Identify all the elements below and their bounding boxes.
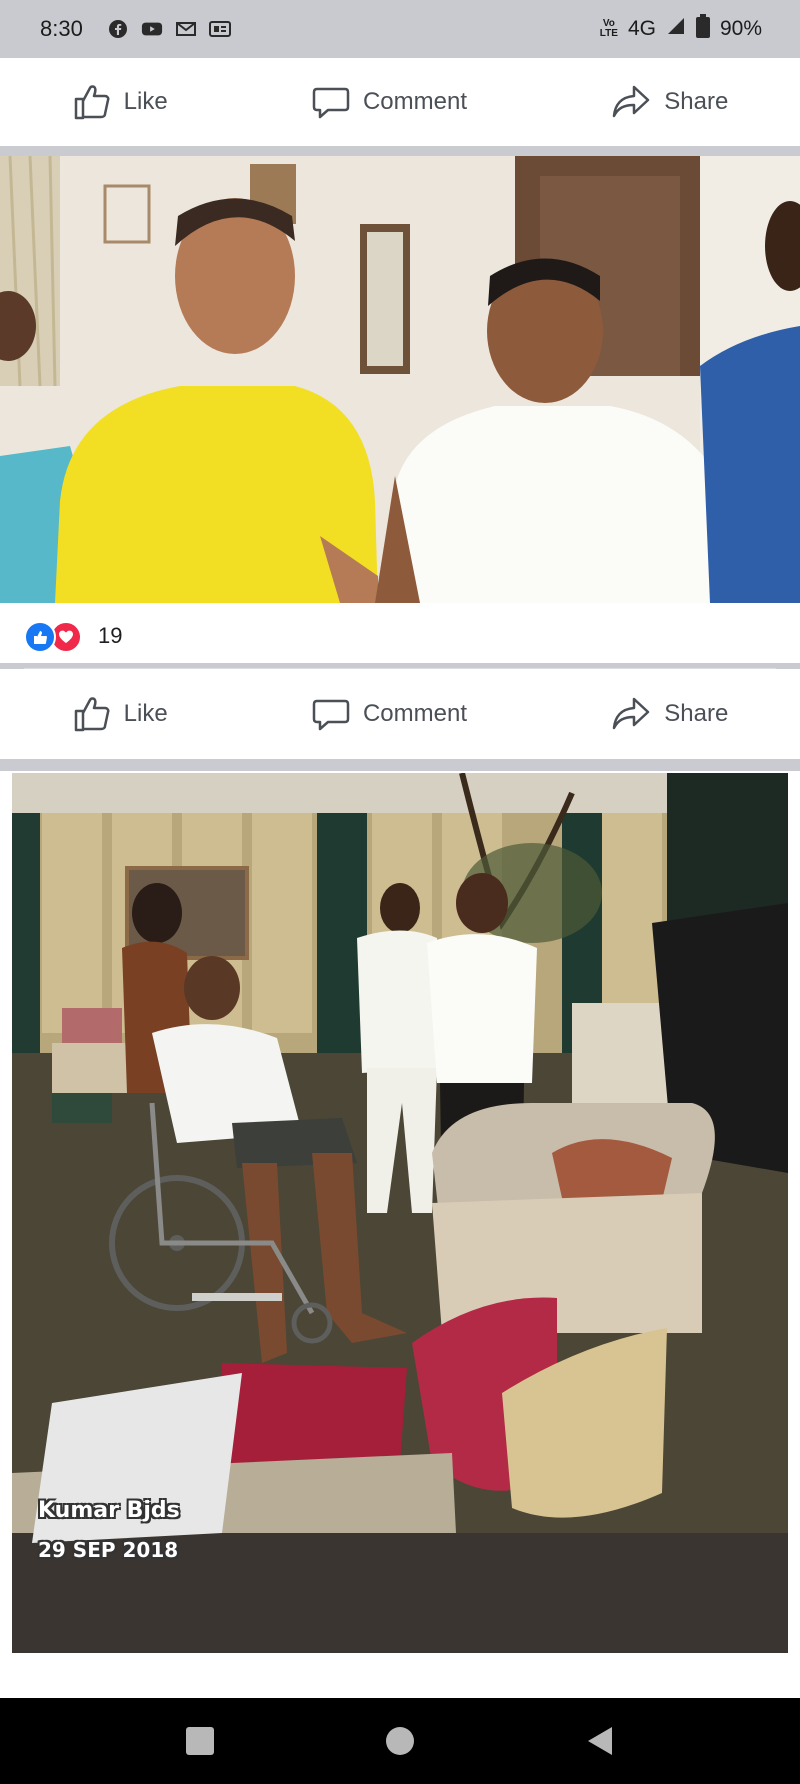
home-icon[interactable] <box>380 1721 420 1761</box>
gmail-icon <box>175 20 197 38</box>
navigation-bar <box>0 1698 800 1784</box>
like-button[interactable]: Like <box>72 694 168 734</box>
comment-button[interactable]: Comment <box>311 694 467 734</box>
battery-icon <box>695 14 710 44</box>
share-label: Share <box>664 88 729 115</box>
youtube-icon <box>141 20 163 38</box>
like-button[interactable]: Like <box>72 82 168 122</box>
comment-label: Comment <box>362 700 467 727</box>
facebook-icon <box>107 20 129 38</box>
share-icon <box>613 697 650 730</box>
status-bar: 8:30 Vo LTE 4G 90% <box>0 0 800 58</box>
share-label: Share <box>664 700 729 727</box>
share-button[interactable]: Share <box>610 82 728 122</box>
thumbs-up-icon <box>74 85 110 120</box>
comment-label: Comment <box>362 88 467 115</box>
comment-icon <box>312 699 350 731</box>
volte-indicator: Vo LTE <box>599 18 618 39</box>
post-separator <box>0 146 800 156</box>
post-photo[interactable] <box>0 156 800 603</box>
back-icon[interactable] <box>580 1721 620 1761</box>
message-icon <box>208 20 231 38</box>
photo-watermark-date: 29 SEP 2018 <box>38 1538 179 1562</box>
photo-watermark-name: Kumar Bjds <box>38 1498 180 1523</box>
action-bar-top: Like Comment Share <box>0 58 800 146</box>
reactions-row[interactable]: 19 <box>0 603 800 663</box>
comment-button[interactable]: Comment <box>311 82 467 122</box>
signal-icon <box>666 16 686 42</box>
like-reaction-icon <box>24 621 56 653</box>
like-label: Like <box>123 700 168 727</box>
reaction-count: 19 <box>98 623 123 648</box>
post-separator <box>0 759 800 771</box>
share-icon <box>613 85 650 118</box>
post-photo-image <box>0 156 800 603</box>
like-label: Like <box>123 88 168 115</box>
post-photo[interactable]: Kumar Bjds 29 SEP 2018 <box>12 773 788 1653</box>
status-time: 8:30 <box>40 16 83 41</box>
recents-icon[interactable] <box>180 1721 220 1761</box>
network-type: 4G <box>627 17 656 40</box>
thumbs-up-icon <box>74 697 110 732</box>
action-bar-post1: Like Comment Share <box>0 669 800 759</box>
comment-icon <box>312 87 350 119</box>
battery-level: 90% <box>719 17 762 40</box>
share-button[interactable]: Share <box>610 694 728 734</box>
